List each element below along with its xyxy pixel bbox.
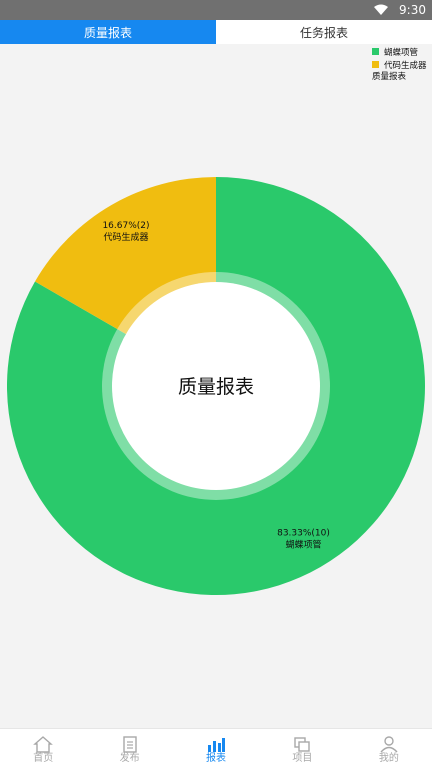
nav-label: 发布 bbox=[119, 753, 140, 764]
slice-name-label: 蝴蝶项管 bbox=[285, 539, 321, 551]
home-icon bbox=[33, 736, 54, 753]
project-icon bbox=[294, 737, 311, 752]
slice-name-label: 代码生成器 bbox=[103, 231, 148, 243]
nav-item-profile[interactable]: 我的 bbox=[346, 729, 432, 769]
nav-label: 项目 bbox=[292, 753, 313, 764]
nav-label: 报表 bbox=[206, 753, 227, 764]
profile-icon bbox=[380, 736, 398, 753]
nav-item-project[interactable]: 项目 bbox=[259, 729, 345, 769]
nav-label: 首页 bbox=[33, 753, 54, 764]
chart-center-label: 质量报表 bbox=[178, 376, 254, 398]
slice-percent-label: 16.67%(2) bbox=[102, 221, 149, 231]
bottom-nav: 首页 发布 报表 项目 我的 bbox=[0, 728, 432, 769]
report-icon bbox=[208, 738, 226, 752]
nav-item-home[interactable]: 首页 bbox=[0, 729, 86, 769]
donut-chart: 质量报表 83.33%(10)蝴蝶项管 16.67%(2)代码生成器 bbox=[6, 177, 425, 595]
nav-item-report[interactable]: 报表 bbox=[173, 729, 259, 769]
publish-icon bbox=[122, 736, 137, 753]
nav-label: 我的 bbox=[378, 753, 399, 764]
nav-item-publish[interactable]: 发布 bbox=[86, 729, 172, 769]
slice-percent-label: 83.33%(10) bbox=[277, 529, 330, 539]
